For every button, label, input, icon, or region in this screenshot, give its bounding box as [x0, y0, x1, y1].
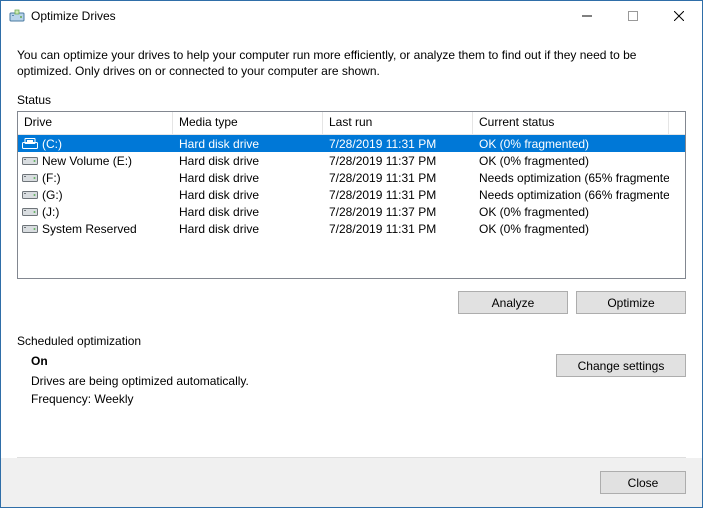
status-cell: Needs optimization (65% fragmented) [473, 169, 669, 186]
lastrun-cell: 7/28/2019 11:37 PM [323, 152, 473, 169]
media-cell: Hard disk drive [173, 152, 323, 169]
lastrun-cell: 7/28/2019 11:37 PM [323, 203, 473, 220]
drive-cell: (C:) [18, 135, 173, 152]
table-row[interactable]: (G:) Hard disk drive7/28/2019 11:31 PMNee… [18, 186, 685, 203]
list-header: Drive Media type Last run Current status [18, 112, 685, 135]
col-drive[interactable]: Drive [18, 112, 173, 134]
scheduled-freq: Frequency: Weekly [31, 392, 556, 406]
col-current[interactable]: Current status [473, 112, 669, 134]
media-cell: Hard disk drive [173, 220, 323, 237]
drive-name: System Reserved [42, 222, 137, 236]
app-icon [9, 8, 25, 24]
optimize-button[interactable]: Optimize [576, 291, 686, 314]
scheduled-body: On Drives are being optimized automatica… [17, 354, 686, 410]
hdd-icon [22, 155, 38, 167]
hdd-icon [22, 172, 38, 184]
drive-name: (C:) [42, 137, 62, 151]
body: You can optimize your drives to help you… [1, 31, 702, 458]
lastrun-cell: 7/28/2019 11:31 PM [323, 135, 473, 152]
scheduled-desc: Drives are being optimized automatically… [31, 374, 556, 388]
status-cell: OK (0% fragmented) [473, 135, 669, 152]
minimize-button[interactable] [564, 1, 610, 31]
drives-list[interactable]: Drive Media type Last run Current status… [17, 111, 686, 279]
analyze-button[interactable]: Analyze [458, 291, 568, 314]
hdd-icon [22, 223, 38, 235]
col-spacer [669, 112, 685, 134]
table-row[interactable]: (C:) Hard disk drive7/28/2019 11:31 PMOK … [18, 135, 685, 152]
status-cell: OK (0% fragmented) [473, 203, 669, 220]
drive-cell: (F:) [18, 169, 173, 186]
media-cell: Hard disk drive [173, 186, 323, 203]
window-title: Optimize Drives [31, 9, 564, 23]
hdd-icon [22, 189, 38, 201]
window-frame: Optimize Drives You can optimize your dr… [0, 0, 703, 508]
table-row[interactable]: System Reserved Hard disk drive7/28/2019 … [18, 220, 685, 237]
drive-name: (G:) [42, 188, 63, 202]
media-cell: Hard disk drive [173, 135, 323, 152]
col-lastrun[interactable]: Last run [323, 112, 473, 134]
status-cell: OK (0% fragmented) [473, 220, 669, 237]
hdd-icon [22, 206, 38, 218]
drive-cell: System Reserved [18, 220, 173, 237]
action-buttons: Analyze Optimize [17, 291, 686, 314]
lastrun-cell: 7/28/2019 11:31 PM [323, 186, 473, 203]
drive-cell: (J:) [18, 203, 173, 220]
media-cell: Hard disk drive [173, 169, 323, 186]
drive-name: New Volume (E:) [42, 154, 132, 168]
drive-name: (J:) [42, 205, 59, 219]
media-cell: Hard disk drive [173, 203, 323, 220]
table-row[interactable]: (J:) Hard disk drive7/28/2019 11:37 PMOK … [18, 203, 685, 220]
close-button[interactable]: Close [600, 471, 686, 494]
lastrun-cell: 7/28/2019 11:31 PM [323, 220, 473, 237]
status-group-label: Status [17, 93, 686, 107]
status-cell: Needs optimization (66% fragmented) [473, 186, 669, 203]
titlebar: Optimize Drives [1, 1, 702, 31]
drive-cell: (G:) [18, 186, 173, 203]
table-row[interactable]: (F:) Hard disk drive7/28/2019 11:31 PMNee… [18, 169, 685, 186]
scheduled-state: On [31, 354, 556, 368]
scheduled-group-label: Scheduled optimization [17, 334, 686, 348]
system-drive-icon [22, 138, 38, 150]
drive-name: (F:) [42, 171, 61, 185]
status-cell: OK (0% fragmented) [473, 152, 669, 169]
description-text: You can optimize your drives to help you… [17, 47, 686, 79]
change-settings-button[interactable]: Change settings [556, 354, 686, 377]
close-window-button[interactable] [656, 1, 702, 31]
footer: Close [1, 458, 702, 507]
maximize-button[interactable] [610, 1, 656, 31]
drive-cell: New Volume (E:) [18, 152, 173, 169]
col-media[interactable]: Media type [173, 112, 323, 134]
table-row[interactable]: New Volume (E:) Hard disk drive7/28/2019 … [18, 152, 685, 169]
lastrun-cell: 7/28/2019 11:31 PM [323, 169, 473, 186]
